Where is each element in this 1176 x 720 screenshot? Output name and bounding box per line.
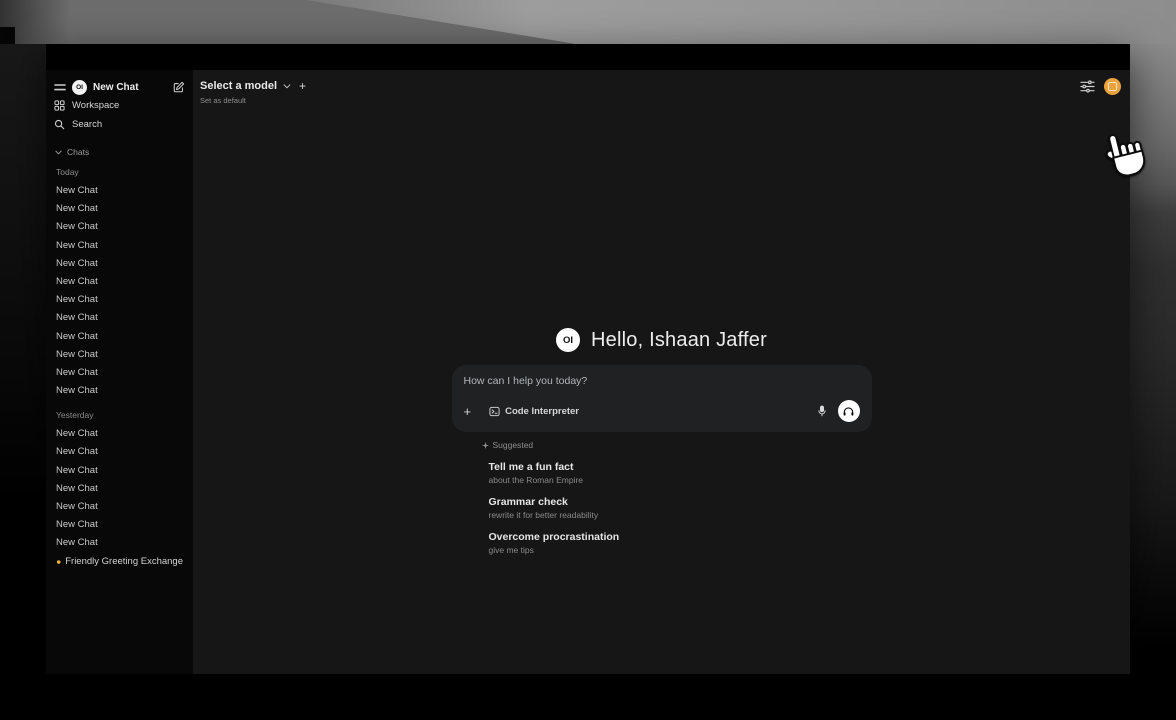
chat-item[interactable]: New Chat bbox=[46, 443, 193, 461]
greeting-text: Hello, Ishaan Jaffer bbox=[591, 329, 767, 352]
model-bar: Select a model + Set as default bbox=[200, 79, 306, 105]
chat-item-named[interactable]: Friendly Greeting Exchange bbox=[46, 553, 193, 571]
chat-item[interactable]: New Chat bbox=[46, 273, 193, 291]
chat-item[interactable]: New Chat bbox=[46, 382, 193, 400]
app-logo-icon: OI bbox=[556, 328, 580, 352]
desktop-top-band bbox=[0, 0, 1176, 44]
sidebar-title: New Chat bbox=[93, 82, 139, 93]
new-chat-button[interactable] bbox=[173, 81, 185, 93]
sparkle-icon bbox=[482, 442, 489, 449]
attach-button[interactable]: + bbox=[464, 405, 472, 418]
window-titlebar bbox=[46, 44, 1130, 70]
suggested-prompt[interactable]: Overcome procrastination give me tips bbox=[489, 531, 872, 555]
message-input[interactable]: How can I help you today? bbox=[464, 375, 860, 387]
suggested-section: Suggested Tell me a fun fact about the R… bbox=[452, 440, 872, 555]
main-area: Select a model + Set as default OI Hello… bbox=[193, 70, 1130, 674]
desktop-corner-notch bbox=[0, 27, 15, 44]
headphones-icon bbox=[842, 405, 855, 417]
workspace-label: Workspace bbox=[72, 100, 119, 111]
welcome-block: OI Hello, Ishaan Jaffer How can I help y… bbox=[193, 328, 1130, 555]
chat-item[interactable]: New Chat bbox=[46, 291, 193, 309]
chat-item[interactable]: New Chat bbox=[46, 516, 193, 534]
chat-item[interactable]: New Chat bbox=[46, 498, 193, 516]
chat-item[interactable]: New Chat bbox=[46, 346, 193, 364]
code-interpreter-label: Code Interpreter bbox=[505, 406, 579, 417]
chat-item[interactable]: New Chat bbox=[46, 218, 193, 236]
suggested-label: Suggested bbox=[493, 440, 534, 450]
chat-item[interactable]: New Chat bbox=[46, 328, 193, 346]
desktop-diagonal-shape bbox=[0, 0, 1176, 44]
suggested-title: Overcome procrastination bbox=[489, 531, 872, 543]
desktop-bottom-band bbox=[46, 674, 1130, 720]
sidebar-header: OI New Chat bbox=[46, 78, 193, 96]
sidebar-item-search[interactable]: Search bbox=[46, 115, 193, 134]
chats-label: Chats bbox=[67, 147, 89, 157]
chat-item[interactable]: New Chat bbox=[46, 255, 193, 273]
sidebar-item-workspace[interactable]: Workspace bbox=[46, 96, 193, 115]
chevron-down-icon bbox=[55, 150, 62, 155]
sidebar-toggle-icon[interactable] bbox=[54, 83, 66, 92]
chat-item[interactable]: New Chat bbox=[46, 462, 193, 480]
chat-item[interactable]: New Chat bbox=[46, 425, 193, 443]
app-window: OI New Chat Workspace Search Chats Today… bbox=[46, 44, 1130, 674]
suggested-subtitle: about the Roman Empire bbox=[489, 475, 872, 485]
sidebar: OI New Chat Workspace Search Chats Today… bbox=[46, 70, 193, 674]
chat-group-label: Today bbox=[46, 167, 193, 177]
chat-group-label: Yesterday bbox=[46, 410, 193, 420]
search-label: Search bbox=[72, 119, 102, 130]
add-model-button[interactable]: + bbox=[299, 79, 306, 93]
model-selector[interactable]: Select a model bbox=[200, 80, 277, 92]
voice-call-button[interactable] bbox=[838, 400, 860, 422]
chevron-down-icon bbox=[283, 84, 291, 89]
chat-item[interactable]: New Chat bbox=[46, 480, 193, 498]
desktop-left-band bbox=[0, 44, 46, 720]
hand-cursor bbox=[1104, 129, 1154, 185]
search-icon bbox=[54, 119, 65, 130]
suggested-title: Tell me a fun fact bbox=[489, 461, 872, 473]
chat-item[interactable]: New Chat bbox=[46, 182, 193, 200]
grid-icon bbox=[54, 100, 65, 111]
chat-item[interactable]: New Chat bbox=[46, 200, 193, 218]
controls-button[interactable] bbox=[1080, 80, 1095, 93]
edit-icon bbox=[173, 81, 185, 93]
named-chat-title: Friendly Greeting Exchange bbox=[65, 556, 183, 567]
suggested-prompt[interactable]: Tell me a fun fact about the Roman Empir… bbox=[489, 461, 872, 485]
chats-section-toggle[interactable]: Chats bbox=[46, 147, 193, 157]
user-avatar[interactable] bbox=[1104, 78, 1121, 95]
chat-item[interactable]: New Chat bbox=[46, 309, 193, 327]
code-interpreter-toggle[interactable]: Code Interpreter bbox=[489, 406, 579, 417]
app-logo-icon: OI bbox=[72, 80, 87, 95]
terminal-icon bbox=[489, 406, 500, 417]
suggested-title: Grammar check bbox=[489, 496, 872, 508]
suggested-prompt[interactable]: Grammar check rewrite it for better read… bbox=[489, 496, 872, 520]
suggested-subtitle: give me tips bbox=[489, 545, 872, 555]
header-controls bbox=[1080, 78, 1121, 95]
chat-item[interactable]: New Chat bbox=[46, 237, 193, 255]
suggested-subtitle: rewrite it for better readability bbox=[489, 510, 872, 520]
set-default-link[interactable]: Set as default bbox=[200, 96, 306, 105]
avatar-glyph bbox=[1108, 82, 1117, 91]
mic-button[interactable] bbox=[817, 405, 827, 418]
microphone-icon bbox=[817, 405, 827, 418]
chat-item[interactable]: New Chat bbox=[46, 534, 193, 552]
sliders-icon bbox=[1080, 80, 1095, 93]
message-composer[interactable]: How can I help you today? + Code Interpr… bbox=[452, 365, 872, 432]
composer-controls: + Code Interpreter bbox=[464, 400, 860, 422]
chat-item[interactable]: New Chat bbox=[46, 364, 193, 382]
wave-emoji-icon bbox=[56, 557, 61, 567]
chat-groups: TodayNew ChatNew ChatNew ChatNew ChatNew… bbox=[46, 167, 193, 553]
suggested-header: Suggested bbox=[482, 440, 872, 450]
